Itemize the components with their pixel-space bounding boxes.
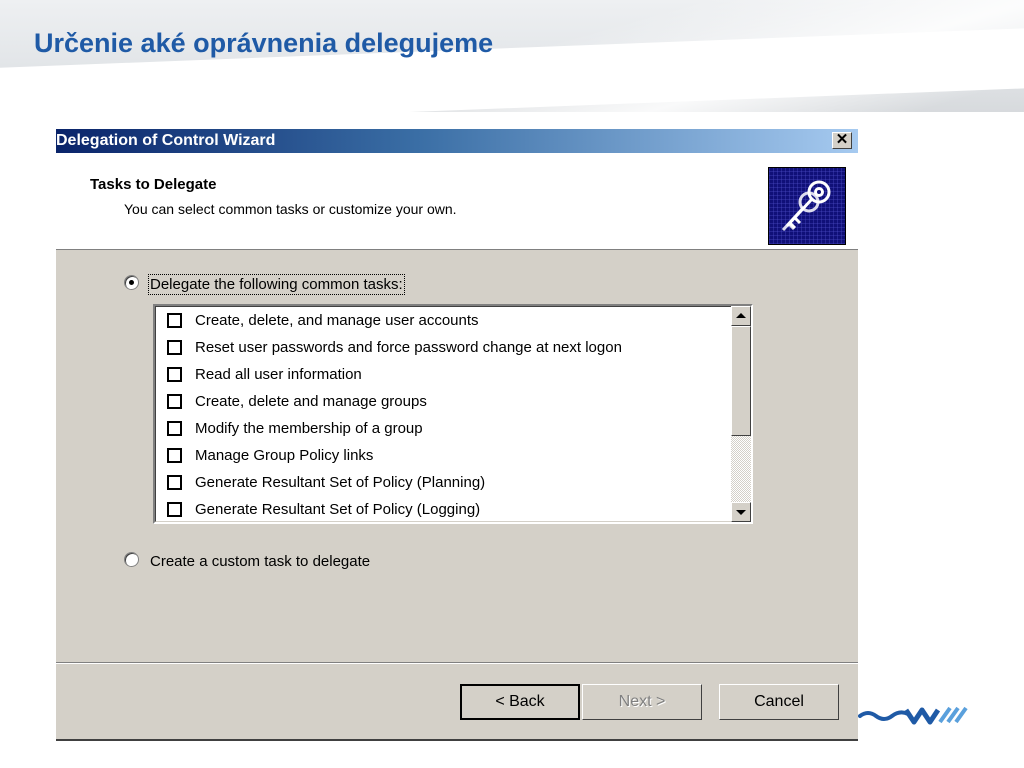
task-label: Reset user passwords and force password … [195,339,622,356]
task-checkbox[interactable] [167,502,182,517]
task-checkbox[interactable] [167,448,182,463]
task-checkbox[interactable] [167,421,182,436]
dialog-titlebar[interactable]: Delegation of Control Wizard ✕ [56,129,858,153]
delegation-wizard-dialog: Delegation of Control Wizard ✕ Tasks to … [56,129,858,741]
scroll-up-icon [736,313,746,318]
scroll-down-button[interactable] [731,502,751,522]
radio-delegate-common-tasks[interactable]: Delegate the following common tasks: [124,274,405,295]
task-item[interactable]: Read all user information [167,362,362,388]
wizard-step-title: Tasks to Delegate [90,176,217,193]
dialog-title: Delegation of Control Wizard [56,132,276,149]
task-checkbox[interactable] [167,313,182,328]
task-label: Generate Resultant Set of Policy (Planni… [195,474,486,491]
footer-separator-highlight [56,663,858,664]
scroll-down-icon [736,510,746,515]
list-scrollbar[interactable] [731,306,751,522]
slide-title: Určenie aké oprávnenia delegujeme [34,28,494,58]
task-label: Create, delete and manage groups [195,393,427,410]
task-checkbox[interactable] [167,367,182,382]
task-item[interactable]: Manage Group Policy links [167,443,373,469]
task-checkbox[interactable] [167,394,182,409]
task-label: Generate Resultant Set of Policy (Loggin… [195,501,481,518]
company-logo [858,706,968,725]
scroll-up-button[interactable] [731,306,751,326]
radio-label-custom-task: Create a custom task to delegate [150,553,371,570]
task-item[interactable]: Reset user passwords and force password … [167,335,622,361]
task-label: Read all user information [195,366,362,383]
close-icon: ✕ [835,131,849,148]
task-label: Create, delete, and manage user accounts [195,312,479,329]
task-label: Manage Group Policy links [195,447,374,464]
radio-button-unchecked[interactable] [124,552,139,567]
radio-button-checked[interactable] [124,275,139,290]
scroll-thumb[interactable] [731,326,751,436]
back-button[interactable]: < Back [460,684,580,720]
task-checkbox[interactable] [167,340,182,355]
task-label: Modify the membership of a group [195,420,423,437]
keys-icon [768,167,846,245]
task-item[interactable]: Create, delete and manage groups [167,389,427,415]
radio-custom-task[interactable]: Create a custom task to delegate [124,552,370,570]
cancel-button[interactable]: Cancel [719,684,839,720]
task-item[interactable]: Generate Resultant Set of Policy (Loggin… [167,497,480,523]
wizard-step-subtitle: You can select common tasks or customize… [124,201,457,217]
close-button[interactable]: ✕ [832,132,852,149]
task-item[interactable]: Generate Resultant Set of Policy (Planni… [167,470,485,496]
task-item[interactable]: Create, delete, and manage user accounts [167,308,479,334]
wizard-header: Tasks to Delegate You can select common … [56,153,858,250]
dialog-bottom-edge [56,739,858,741]
task-item[interactable]: Modify the membership of a group [167,416,423,442]
common-tasks-list[interactable]: Create, delete, and manage user accounts… [153,304,753,524]
next-button[interactable]: Next > [582,684,702,720]
task-checkbox[interactable] [167,475,182,490]
radio-label-common-tasks: Delegate the following common tasks: [148,274,405,295]
